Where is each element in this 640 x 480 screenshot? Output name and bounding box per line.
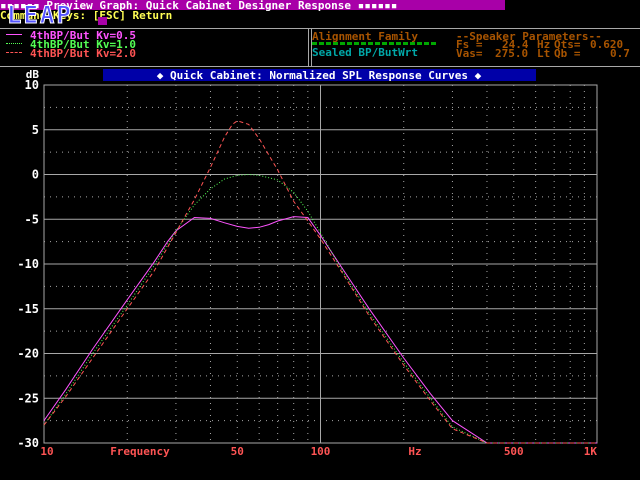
x-axis-label: Frequency	[110, 445, 170, 458]
tick-labels: 1050-5-10-15-20-25-30dB10 50 100 500 1KFrequ…	[17, 68, 597, 458]
x-tick-label: 10	[40, 445, 53, 458]
chart-title-group: ◆ Quick Cabinet: Normalized SPL Response…	[103, 69, 536, 82]
x-tick-label: 1K	[584, 445, 598, 458]
grid	[43, 84, 598, 444]
chart-title: ◆ Quick Cabinet: Normalized SPL Response…	[157, 69, 482, 82]
y-tick-label: 5	[32, 123, 39, 137]
y-tick-label: -15	[17, 302, 39, 316]
y-axis-label: dB	[26, 68, 40, 81]
y-tick-label: 0	[32, 168, 39, 182]
x-tick-label: 500	[504, 445, 524, 458]
x-axis-unit: Hz	[408, 445, 421, 458]
y-tick-label: -20	[17, 347, 39, 361]
y-tick-label: -10	[17, 257, 39, 271]
x-tick-label: 100	[311, 445, 331, 458]
y-tick-label: -5	[25, 212, 39, 226]
y-tick-label: -30	[17, 436, 39, 450]
x-tick-label: 50	[231, 445, 244, 458]
spl-response-chart: 1050-5-10-15-20-25-30dB10 50 100 500 1KFrequ…	[17, 68, 598, 458]
y-tick-label: -25	[17, 391, 39, 405]
